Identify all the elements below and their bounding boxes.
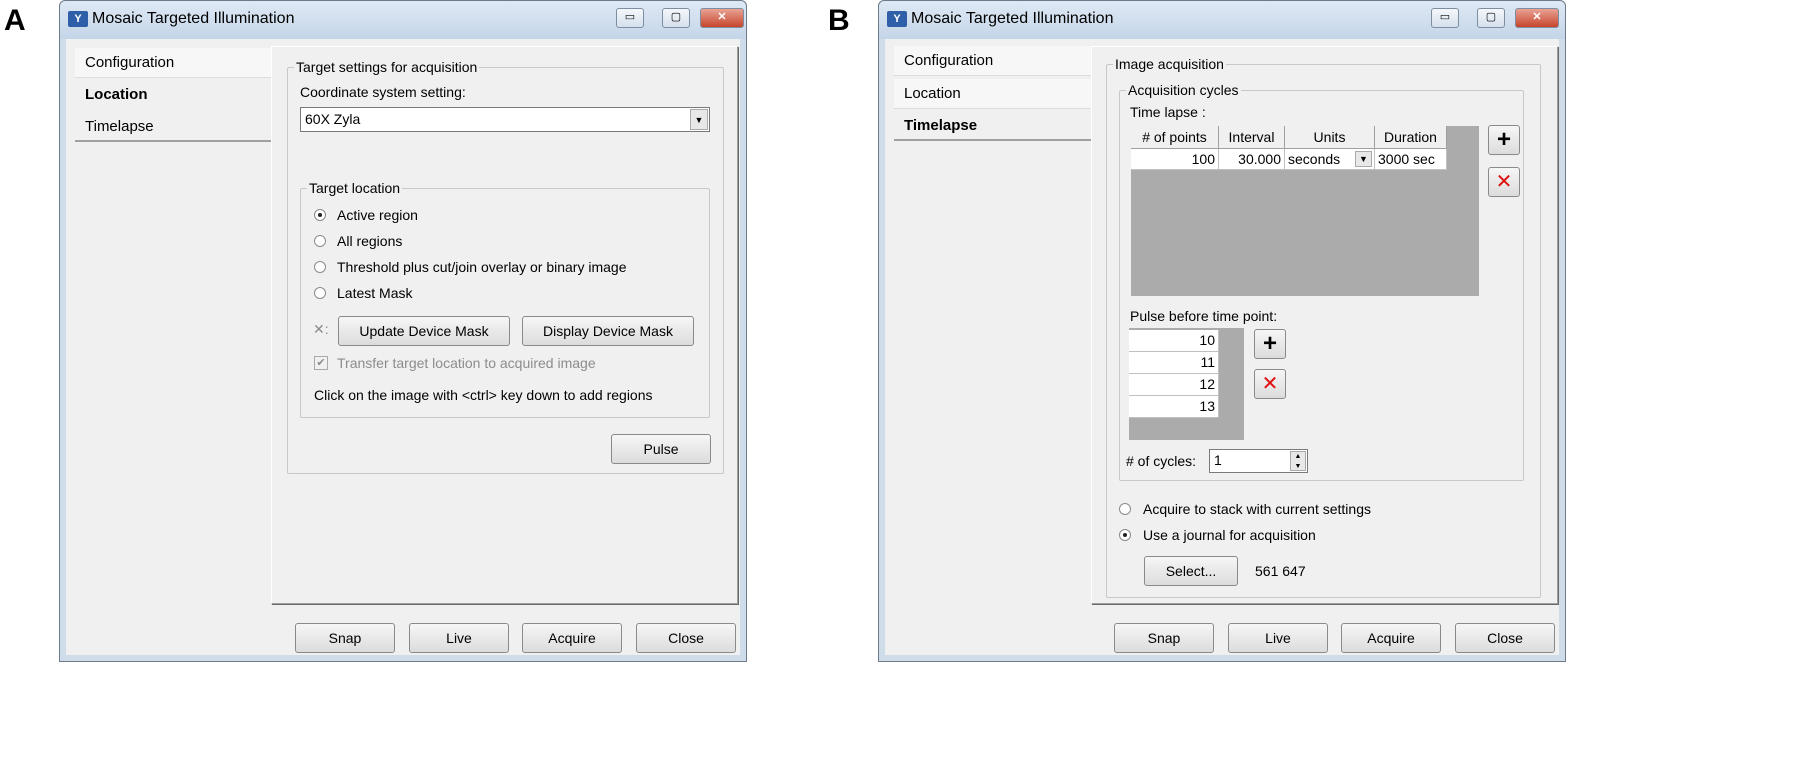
hint-text: Click on the image with <ctrl> key down … — [314, 387, 653, 403]
cycles-spinner[interactable]: 1 ▲ ▼ — [1209, 449, 1308, 473]
units-select[interactable]: seconds ▼ — [1285, 149, 1375, 170]
journal-value: 561 647 — [1255, 563, 1306, 579]
table-cell[interactable]: 30.000 — [1219, 149, 1285, 170]
radio-label: Latest Mask — [337, 285, 413, 301]
minimize-button[interactable]: ▭ — [1431, 8, 1459, 28]
app-icon: Y — [68, 11, 88, 27]
tab-panel: Image acquisition Acquisition cycles Tim… — [1091, 46, 1558, 604]
minimize-button[interactable]: ▭ — [616, 8, 644, 28]
panel-label-a: A — [4, 4, 26, 37]
radio-label: All regions — [337, 233, 403, 249]
acquisition-cycles-group: Acquisition cycles Time lapse : # of poi… — [1119, 82, 1524, 481]
window-title: Mosaic Targeted Illumination — [92, 10, 295, 27]
transfer-label: Transfer target location to acquired ima… — [337, 355, 596, 371]
remove-timelapse-button[interactable]: ✕ — [1488, 167, 1520, 197]
column-header: Units — [1285, 126, 1375, 149]
radio-label: Acquire to stack with current settings — [1143, 501, 1371, 517]
close-window-button[interactable]: ✕ — [700, 8, 744, 28]
radio-label: Threshold plus cut/join overlay or binar… — [337, 259, 627, 275]
maximize-button[interactable]: ▢ — [1477, 8, 1505, 28]
add-timelapse-button[interactable]: + — [1488, 125, 1520, 155]
snap-button[interactable]: Snap — [295, 623, 395, 653]
radio-label: Use a journal for acquisition — [1143, 527, 1316, 543]
close-button[interactable]: Close — [1455, 623, 1555, 653]
group-title: Target settings for acquisition — [294, 59, 480, 75]
coord-label: Coordinate system setting: — [300, 84, 466, 100]
snap-button[interactable]: Snap — [1114, 623, 1214, 653]
list-item[interactable]: 13 — [1129, 396, 1219, 418]
acquire-button[interactable]: Acquire — [1341, 623, 1441, 653]
list-item[interactable]: 10 — [1129, 330, 1219, 352]
chevron-down-icon[interactable]: ▼ — [1355, 151, 1372, 167]
title-bar: Y Mosaic Targeted Illumination ▭ ▢ ✕ — [60, 1, 746, 39]
target-settings-group: Target settings for acquisition Coordina… — [287, 59, 724, 474]
column-header: Duration — [1375, 126, 1447, 149]
radio-threshold[interactable] — [314, 261, 326, 273]
column-header: # of points — [1131, 126, 1219, 149]
pulse-button[interactable]: Pulse — [611, 434, 711, 464]
image-acquisition-group: Image acquisition Acquisition cycles Tim… — [1106, 56, 1541, 598]
target-location-group: Target location Active region All region… — [300, 180, 710, 418]
radio-label: Active region — [337, 207, 418, 223]
units-value: seconds — [1288, 151, 1341, 167]
transfer-checkbox[interactable]: ✔ — [314, 356, 328, 370]
panel-label-b: B — [828, 4, 850, 37]
remove-pulse-button[interactable]: ✕ — [1254, 369, 1286, 399]
timelapse-label: Time lapse : — [1130, 104, 1206, 120]
live-button[interactable]: Live — [409, 623, 509, 653]
plus-icon: + — [1262, 330, 1277, 357]
select-journal-button[interactable]: Select... — [1144, 556, 1238, 586]
spinner-arrows-icon[interactable]: ▲ ▼ — [1290, 451, 1306, 471]
cycles-label: # of cycles: — [1126, 453, 1197, 469]
x-icon[interactable]: ✕: — [313, 321, 329, 338]
tab-configuration[interactable]: Configuration — [894, 46, 1091, 76]
close-button[interactable]: Close — [636, 623, 736, 653]
coord-value: 60X Zyla — [305, 111, 361, 127]
tab-location[interactable]: Location — [894, 79, 1091, 109]
window-title: Mosaic Targeted Illumination — [911, 10, 1114, 27]
pulse-label: Pulse before time point: — [1130, 308, 1278, 324]
title-bar: Y Mosaic Targeted Illumination ▭ ▢ ✕ — [879, 1, 1565, 39]
radio-acquire-stack[interactable] — [1119, 503, 1131, 515]
list-item[interactable]: 11 — [1129, 352, 1219, 374]
list-item[interactable]: 12 — [1129, 374, 1219, 396]
cycles-value: 1 — [1214, 452, 1222, 468]
group-title: Image acquisition — [1113, 56, 1226, 72]
tab-location[interactable]: Location — [75, 80, 271, 110]
column-header: Interval — [1219, 126, 1285, 149]
add-pulse-button[interactable]: + — [1254, 329, 1286, 359]
maximize-button[interactable]: ▢ — [662, 8, 690, 28]
tab-panel: Target settings for acquisition Coordina… — [271, 46, 738, 604]
timelapse-table[interactable]: # of points Interval Units Duration 100 … — [1131, 126, 1479, 296]
acquire-button[interactable]: Acquire — [522, 623, 622, 653]
radio-active-region[interactable] — [314, 209, 326, 221]
close-window-button[interactable]: ✕ — [1515, 8, 1559, 28]
window-b: Y Mosaic Targeted Illumination ▭ ▢ ✕ Con… — [878, 0, 1566, 662]
x-icon: ✕ — [1261, 373, 1279, 395]
window-a: Y Mosaic Targeted Illumination ▭ ▢ ✕ Con… — [59, 0, 747, 662]
x-icon: ✕ — [1495, 171, 1513, 193]
tab-configuration[interactable]: Configuration — [75, 48, 271, 78]
radio-all-regions[interactable] — [314, 235, 326, 247]
group-title: Acquisition cycles — [1126, 82, 1241, 98]
table-cell[interactable]: 100 — [1131, 149, 1219, 170]
pulse-list[interactable]: 10 11 12 13 — [1129, 328, 1244, 440]
table-cell: 3000 sec — [1375, 149, 1447, 170]
coord-system-select[interactable]: 60X Zyla ▼ — [300, 107, 710, 132]
plus-icon: + — [1496, 126, 1511, 153]
group-title: Target location — [307, 180, 403, 196]
chevron-down-icon[interactable]: ▼ — [690, 109, 708, 130]
display-device-mask-button[interactable]: Display Device Mask — [522, 316, 694, 346]
update-device-mask-button[interactable]: Update Device Mask — [338, 316, 510, 346]
radio-latest-mask[interactable] — [314, 287, 326, 299]
app-icon: Y — [887, 11, 907, 27]
live-button[interactable]: Live — [1228, 623, 1328, 653]
tab-timelapse[interactable]: Timelapse — [75, 112, 271, 142]
radio-use-journal[interactable] — [1119, 529, 1131, 541]
tab-timelapse[interactable]: Timelapse — [894, 111, 1091, 141]
